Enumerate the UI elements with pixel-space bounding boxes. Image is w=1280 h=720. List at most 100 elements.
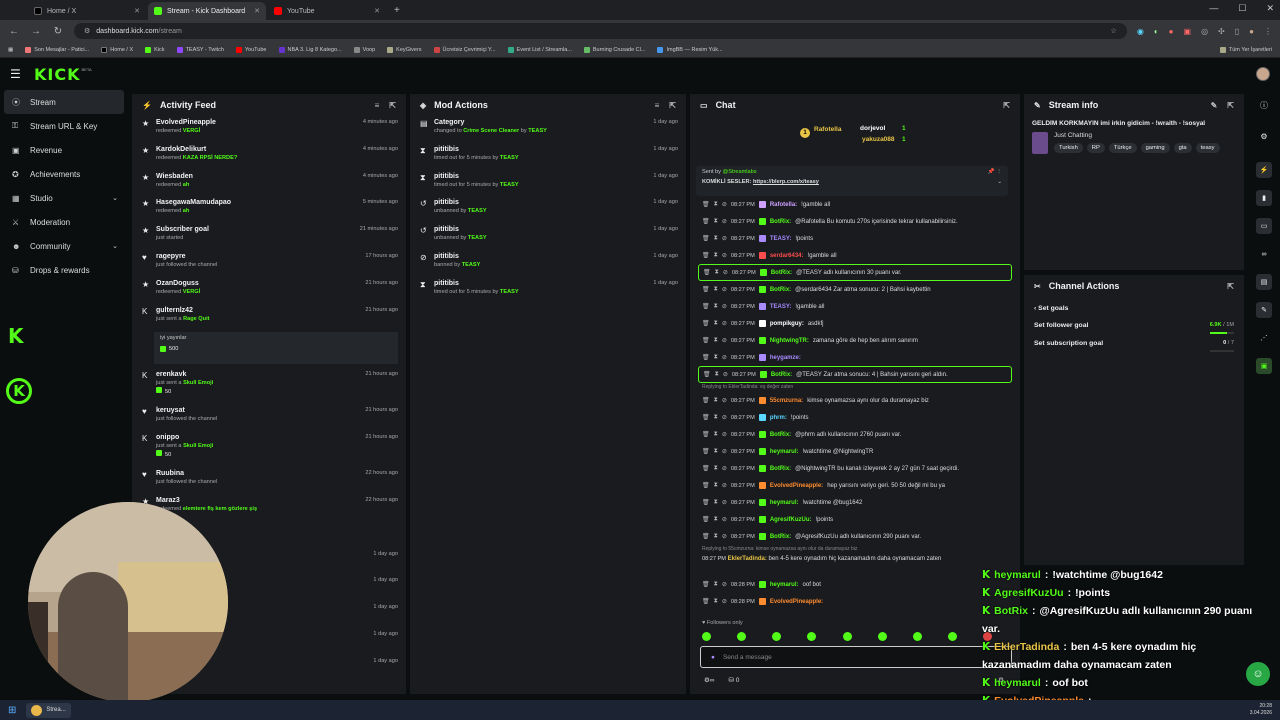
tools-icon[interactable]: ✎ — [1256, 302, 1272, 318]
delete-message-icon[interactable]: 🗑 — [702, 235, 710, 242]
minimize-icon[interactable]: — — [1209, 3, 1218, 14]
kick-logo[interactable]: KICK — [34, 65, 81, 84]
kick-app-icon[interactable]: ▣ — [1256, 358, 1272, 374]
timeout-icon[interactable]: ⧗ — [714, 354, 718, 361]
timeout-icon[interactable]: ⧗ — [714, 303, 718, 310]
mod-action-item[interactable]: ⊘ pititibis banned by TEASY 1 day ago — [410, 252, 686, 279]
delete-message-icon[interactable]: 🗑 — [702, 499, 710, 506]
ban-icon[interactable]: ⊘ — [722, 431, 727, 438]
taskbar-app-chrome[interactable]: Strea... — [26, 702, 71, 718]
ban-icon[interactable]: ⊘ — [723, 269, 728, 276]
message-user[interactable]: NightwingTR: — [770, 338, 809, 344]
message-user[interactable]: heymarul: — [770, 449, 799, 455]
bookmark[interactable]: ImgBB — Resim Yük... — [657, 46, 723, 53]
pinned-link[interactable]: https://blerp.com/x/teasy — [753, 179, 819, 185]
chat-message[interactable]: 🗑 ⧗ ⊘ 08:27 PM heygamze: — [690, 349, 1020, 366]
timeout-icon[interactable]: ⧗ — [714, 581, 718, 588]
close-tab-icon[interactable]: ✕ — [254, 7, 260, 15]
browser-tab-kick[interactable]: Stream - Kick Dashboard ✕ — [148, 2, 266, 20]
timeout-icon[interactable]: ⧗ — [714, 533, 718, 540]
timeout-icon[interactable]: ⧗ — [715, 371, 719, 378]
activity-item[interactable]: Kerenkavk just sent a Skull Emoji 50 21 hou… — [132, 370, 406, 406]
clip-icon[interactable]: ▮ — [1256, 190, 1272, 206]
menu-dots-icon[interactable]: ⋮ — [1264, 27, 1272, 36]
sidebar-item-moderation[interactable]: ⚔ Moderation — [0, 210, 128, 234]
pinned-message[interactable]: Sent by @Streamlabs 📌 ⋮ KOMİKLİ SESLER: h… — [696, 166, 1008, 196]
ban-icon[interactable]: ⊘ — [722, 218, 727, 225]
timeout-icon[interactable]: ⧗ — [714, 482, 718, 489]
chat-message[interactable]: 🗑 ⧗ ⊘ 08:27 PM TEASY: !gamble all — [690, 298, 1020, 315]
extension-icon[interactable]: ◎ — [1201, 27, 1208, 36]
close-window-icon[interactable]: ✕ — [1266, 3, 1274, 14]
sidebar-item-stream[interactable]: ⦿ Stream — [4, 90, 124, 114]
timeout-icon[interactable]: ⧗ — [714, 218, 718, 225]
timeout-icon[interactable]: ⧗ — [714, 598, 718, 605]
chat-message[interactable]: 🗑 ⧗ ⊘ 08:27 PM pompikguy: asdkfj — [690, 315, 1020, 332]
activity-item[interactable]: ★ EvolvedPineapple redeemed VERGİ 4 minutes… — [132, 118, 406, 145]
delete-message-icon[interactable]: 🗑 — [702, 337, 710, 344]
message-user[interactable]: heymarul: — [770, 500, 799, 506]
ban-icon[interactable]: ⊘ — [722, 337, 727, 344]
message-user[interactable]: EvolvedPineapple: — [770, 599, 823, 605]
mod-tools-icon[interactable]: ⚙∞ — [704, 676, 714, 684]
bookmark[interactable]: Home / X — [101, 46, 133, 53]
popout-icon[interactable]: ⇱ — [669, 101, 676, 110]
chat-message[interactable]: 🗑 ⧗ ⊘ 08:27 PM phrm: !points — [690, 409, 1020, 426]
chat-message[interactable]: 🗑 ⧗ ⊘ 08:27 PM BotRix: @Rafotella Bu komutu 2… — [690, 213, 1020, 230]
bookmark[interactable]: YouTube — [235, 46, 267, 53]
popout-icon[interactable]: ⇱ — [389, 101, 396, 110]
activity-item[interactable]: ★ OzanDoguss redeemed VERGİ 21 hours ago — [132, 279, 406, 306]
bookmark[interactable]: Kick — [145, 46, 165, 53]
user-avatar[interactable] — [1256, 67, 1270, 81]
ad-icon[interactable]: ▤ — [1256, 274, 1272, 290]
delete-message-icon[interactable]: 🗑 — [702, 354, 710, 361]
sidebar-item-revenue[interactable]: ▣ Revenue — [0, 138, 128, 162]
bookmark[interactable]: TEASY - Twitch — [176, 46, 224, 53]
ban-icon[interactable]: ⊘ — [722, 448, 727, 455]
emote-icon[interactable] — [912, 632, 922, 641]
delete-message-icon[interactable]: 🗑 — [702, 303, 710, 310]
menu-icon[interactable]: ☰ — [10, 67, 26, 81]
bookmark[interactable]: Ücretsiz Çevrimiçi Y... — [433, 46, 496, 53]
extension-icon[interactable]: ◉ — [1137, 27, 1144, 36]
activity-item[interactable]: ★ KardokDelikurt redeemed KAZA RPSİ NERDE?… — [132, 145, 406, 172]
delete-message-icon[interactable]: 🗑 — [702, 218, 710, 225]
delete-message-icon[interactable]: 🗑 — [702, 598, 710, 605]
timeout-icon[interactable]: ⧗ — [714, 337, 718, 344]
timeout-icon[interactable]: ⧗ — [714, 465, 718, 472]
ban-icon[interactable]: ⊘ — [722, 303, 727, 310]
delete-message-icon[interactable]: 🗑 — [703, 269, 711, 276]
ban-icon[interactable]: ⊘ — [722, 414, 727, 421]
subscription-goal-row[interactable]: Set subscription goal 0 / 7 — [1034, 340, 1234, 347]
edit-icon[interactable]: ✎ — [1211, 101, 1218, 110]
message-user[interactable]: Rafotella: — [770, 202, 797, 208]
chat-message[interactable]: 🗑 ⧗ ⊘ 08:27 PM BotRix: @TEASY adlı kullanıcın… — [698, 264, 1012, 281]
sidebar-item-community[interactable]: ☻ Community ⌄ — [0, 234, 128, 258]
back-icon[interactable]: ← — [8, 26, 20, 37]
ban-icon[interactable]: ⊘ — [722, 516, 727, 523]
delete-message-icon[interactable]: 🗑 — [702, 320, 710, 327]
ban-icon[interactable]: ⊘ — [722, 286, 727, 293]
activity-item[interactable]: ♥ Ruubina just followed the channel 22 hour… — [132, 469, 406, 496]
message-user[interactable]: BotRix: — [770, 287, 791, 293]
windows-start-icon[interactable]: ⊞ — [8, 705, 16, 716]
chat-message[interactable]: 🗑 ⧗ ⊘ 08:27 PM serdar6434: !gamble all — [690, 247, 1020, 264]
ban-icon[interactable]: ⊘ — [722, 465, 727, 472]
chat-message[interactable]: 🗑 ⧗ ⊘ 08:27 PM Rafotella: !gamble all — [690, 196, 1020, 213]
chat-message[interactable]: 🗑 ⧗ ⊘ 08:27 PM heymarul: !watchtime @Nightwin… — [690, 443, 1020, 460]
timeout-icon[interactable]: ⧗ — [714, 286, 718, 293]
message-user[interactable]: BotRix: — [770, 219, 791, 225]
extension-icon[interactable]: ◐ — [1154, 27, 1159, 36]
delete-message-icon[interactable]: 🗑 — [702, 581, 710, 588]
emote-icon[interactable] — [737, 632, 747, 641]
message-user[interactable]: TEASY: — [770, 304, 792, 310]
chat-message[interactable]: 🗑 ⧗ ⊘ 08:27 PM heymarul: !watchtime @bug1642 — [690, 494, 1020, 511]
message-user[interactable]: pompikguy: — [770, 321, 804, 327]
sidebar-item-drops-rewards[interactable]: ⛁ Drops & rewards — [0, 258, 128, 282]
chat-message[interactable]: 🗑 ⧗ ⊘ 08:27 PM BotRix: @TEASY Zar atma sonucu… — [698, 366, 1012, 383]
activity-item[interactable]: ♥ keruysat just followed the channel 21 hou… — [132, 406, 406, 433]
activity-item[interactable]: ★ Wiesbaden redeemed ah 4 minutes ago — [132, 172, 406, 199]
message-user[interactable]: BotRix: — [770, 534, 791, 540]
category-name[interactable]: Just Chatting — [1054, 132, 1220, 139]
settings-icon[interactable]: ⚙ — [1248, 116, 1280, 156]
